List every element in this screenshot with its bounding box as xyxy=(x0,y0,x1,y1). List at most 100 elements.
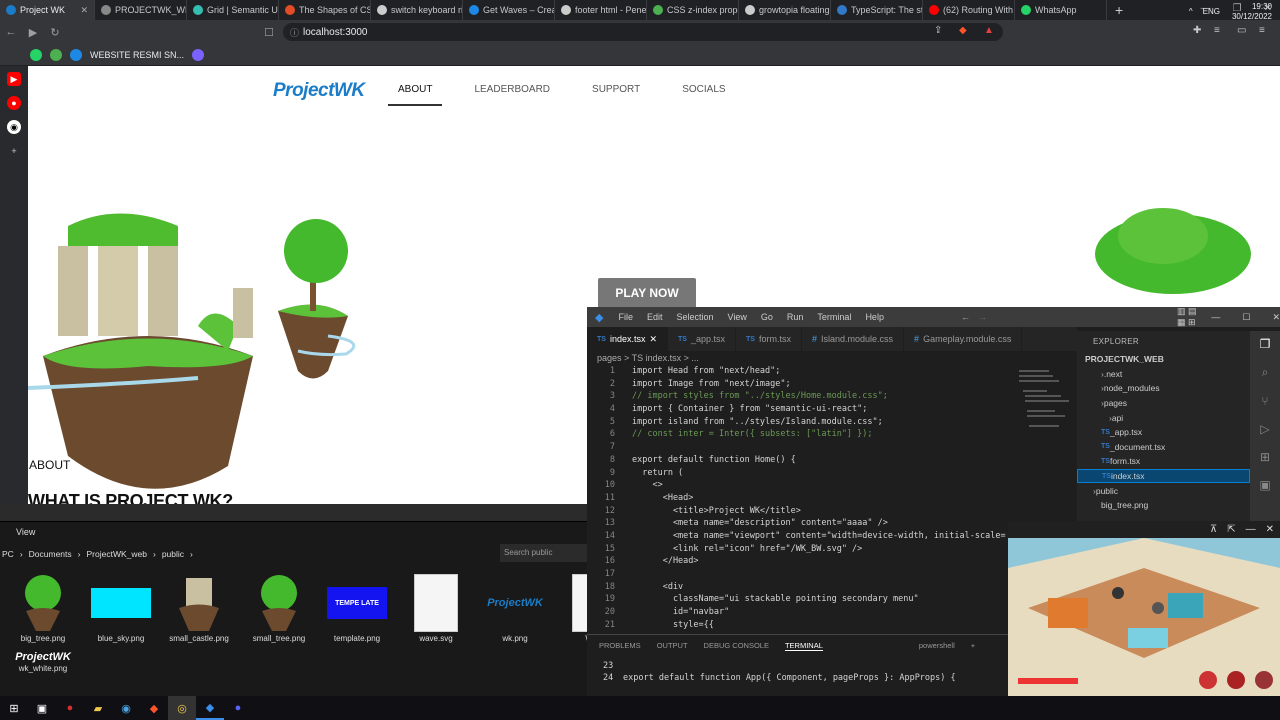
reload-icon[interactable]: ↻ xyxy=(44,26,66,39)
browser-tab[interactable]: switch keyboard ri... xyxy=(371,0,463,20)
brave-icon[interactable]: ◆ xyxy=(140,696,168,720)
app-blue-icon[interactable]: ◉ xyxy=(112,696,140,720)
file-item[interactable]: TEMPE LATE template.png xyxy=(318,572,396,643)
code-editor[interactable]: 1 import Head from "next/head"; 2 import Im… xyxy=(587,366,1077,632)
menu-edit[interactable]: Edit xyxy=(640,312,670,322)
close-tab-icon[interactable]: ✕ xyxy=(80,5,88,16)
file-item[interactable]: small_castle.png xyxy=(160,572,238,643)
remote-icon[interactable]: ▣ xyxy=(1259,478,1270,492)
search-icon[interactable]: ⌕ xyxy=(1262,365,1269,380)
brave-rewards-icon[interactable]: ▲ xyxy=(984,25,994,36)
explorer-item[interactable]: › pages xyxy=(1077,396,1250,411)
nav-support[interactable]: SUPPORT xyxy=(582,82,650,106)
view-menu[interactable]: View xyxy=(0,522,587,540)
browser-tab[interactable]: PROJECTWK_WEB xyxy=(95,0,187,20)
path-segment[interactable]: public xyxy=(162,549,184,559)
project-root[interactable]: PROJECTWK_WEB xyxy=(1077,352,1250,367)
tab-problems[interactable]: PROBLEMS xyxy=(599,641,641,651)
brave-shield-icon[interactable]: ◆ xyxy=(959,25,967,36)
file-item[interactable]: blue_sky.png xyxy=(82,572,160,643)
vscode-icon[interactable]: ◆ xyxy=(196,696,224,720)
music-icon[interactable]: ● xyxy=(7,96,21,110)
bookmark-icon[interactable]: ☐ xyxy=(258,26,280,39)
browser-tab[interactable]: (62) Routing With I... xyxy=(923,0,1015,20)
file-item[interactable]: ProjectWK wk.png xyxy=(476,572,554,643)
globe-icon[interactable] xyxy=(70,48,82,61)
folder-icon[interactable]: ▰ xyxy=(84,696,112,720)
tab-island-css[interactable]: # Island.module.css xyxy=(802,327,905,351)
nav-socials[interactable]: SOCIALS xyxy=(672,82,735,106)
add-terminal-icon[interactable]: + xyxy=(971,641,975,651)
file-item[interactable]: wave.svg xyxy=(397,572,475,643)
reading-list-icon[interactable]: ≡ xyxy=(1214,25,1220,36)
game-window[interactable]: ⊼ ⇱ — ✕ xyxy=(1008,521,1280,696)
lang-indicator[interactable]: ENG xyxy=(1203,7,1220,16)
github-icon[interactable]: ◉ xyxy=(7,120,21,134)
back-icon[interactable]: ← xyxy=(0,26,22,38)
explorer-item[interactable]: › .next xyxy=(1077,367,1250,382)
tray-overflow-icon[interactable]: ^ xyxy=(1189,7,1193,16)
menu-file[interactable]: File xyxy=(611,312,640,322)
tab-index[interactable]: TS index.tsx ✕ xyxy=(587,327,669,351)
nav-back-icon[interactable]: ← xyxy=(961,312,970,322)
play-now-button[interactable]: PLAY NOW xyxy=(598,278,696,308)
whatsapp-icon[interactable] xyxy=(30,48,42,61)
tab-debug-console[interactable]: DEBUG CONSOLE xyxy=(704,641,769,651)
address-path[interactable]: PC › Documents › ProjectWK_web › public › xyxy=(0,544,500,564)
explorer-icon[interactable]: ❐ xyxy=(1260,337,1271,351)
file-item[interactable]: small_tree.png xyxy=(240,572,318,643)
menu-go[interactable]: Go xyxy=(754,312,780,322)
tab-app[interactable]: TS _app.tsx xyxy=(668,327,737,351)
youtube-icon[interactable]: ▶ xyxy=(7,72,21,86)
browser-tab[interactable]: The Shapes of CSS xyxy=(279,0,371,20)
menu-help[interactable]: Help xyxy=(858,312,891,322)
search-input[interactable]: Search public xyxy=(500,544,587,562)
explorer-item[interactable]: TS form.tsx xyxy=(1077,454,1250,469)
url-input[interactable]: ⓘ localhost:3000 xyxy=(283,23,1003,41)
browser-tab[interactable]: TypeScript: The sta... xyxy=(831,0,923,20)
explorer-item[interactable]: › public xyxy=(1077,483,1250,498)
app-t-icon[interactable]: ● xyxy=(56,696,84,720)
run-debug-icon[interactable]: ▷ xyxy=(1260,422,1269,436)
shell-selector[interactable]: powershell xyxy=(919,641,955,651)
browser-tab[interactable]: WhatsApp xyxy=(1015,0,1107,20)
breadcrumb[interactable]: pages > TS index.tsx > ... xyxy=(597,353,699,363)
windows-start-icon[interactable]: ⊞ xyxy=(0,696,28,720)
file-item[interactable]: WK_ xyxy=(555,572,587,643)
explorer-item[interactable]: TS _app.tsx xyxy=(1077,425,1250,440)
browser-tab[interactable]: Get Waves – Create... xyxy=(463,0,555,20)
new-tab-icon[interactable]: + xyxy=(1115,2,1123,18)
menu-terminal[interactable]: Terminal xyxy=(810,312,858,322)
browser-tab[interactable]: Grid | Semantic UI xyxy=(187,0,279,20)
close-icon[interactable]: ✕ xyxy=(1266,524,1274,535)
nav-about[interactable]: ABOUT xyxy=(388,82,443,106)
minimize-icon[interactable]: — xyxy=(1246,524,1256,535)
tab-terminal[interactable]: TERMINAL xyxy=(784,641,823,651)
pin-icon[interactable]: ⊼ xyxy=(1210,524,1217,535)
browser-tab[interactable]: footer html - Penel... xyxy=(555,0,647,20)
nav-forward-icon[interactable]: → xyxy=(978,312,987,322)
terminal-output[interactable]: 23 24 export default function App({ Compon… xyxy=(587,651,1017,685)
minimize-icon[interactable]: — xyxy=(1211,312,1220,322)
bookmark-purple-icon[interactable] xyxy=(192,48,205,61)
tab-gameplay-css[interactable]: # Gameplay.module.css xyxy=(904,327,1023,351)
extensions-icon[interactable]: ✚ xyxy=(1193,25,1201,36)
menu-run[interactable]: Run xyxy=(780,312,811,322)
path-segment[interactable]: ProjectWK_web xyxy=(87,549,147,559)
share-icon[interactable]: ⇪ xyxy=(934,25,942,36)
file-item[interactable]: ProjectWK wk_white.png xyxy=(4,650,82,673)
popout-icon[interactable]: ⇱ xyxy=(1227,524,1235,535)
maximize-icon[interactable]: ☐ xyxy=(1242,312,1250,323)
bookmark-green-icon[interactable] xyxy=(50,48,62,61)
browser-tab[interactable]: CSS z-index prope... xyxy=(647,0,739,20)
close-tab-icon[interactable]: ✕ xyxy=(649,334,657,345)
clock[interactable]: 19:30 30/12/2022 xyxy=(1232,2,1272,22)
browser-tab[interactable]: Project WK ✕ xyxy=(0,0,95,20)
explorer-item[interactable]: › node_modules xyxy=(1077,381,1250,396)
app-yellow-icon[interactable]: ◎ xyxy=(168,696,196,720)
discord-icon[interactable]: ● xyxy=(224,696,252,720)
site-logo[interactable]: ProjectWK xyxy=(273,80,365,102)
nav-leaderboard[interactable]: LEADERBOARD xyxy=(464,82,560,106)
menu-view[interactable]: View xyxy=(721,312,754,322)
explorer-item[interactable]: TS index.tsx xyxy=(1077,468,1250,484)
